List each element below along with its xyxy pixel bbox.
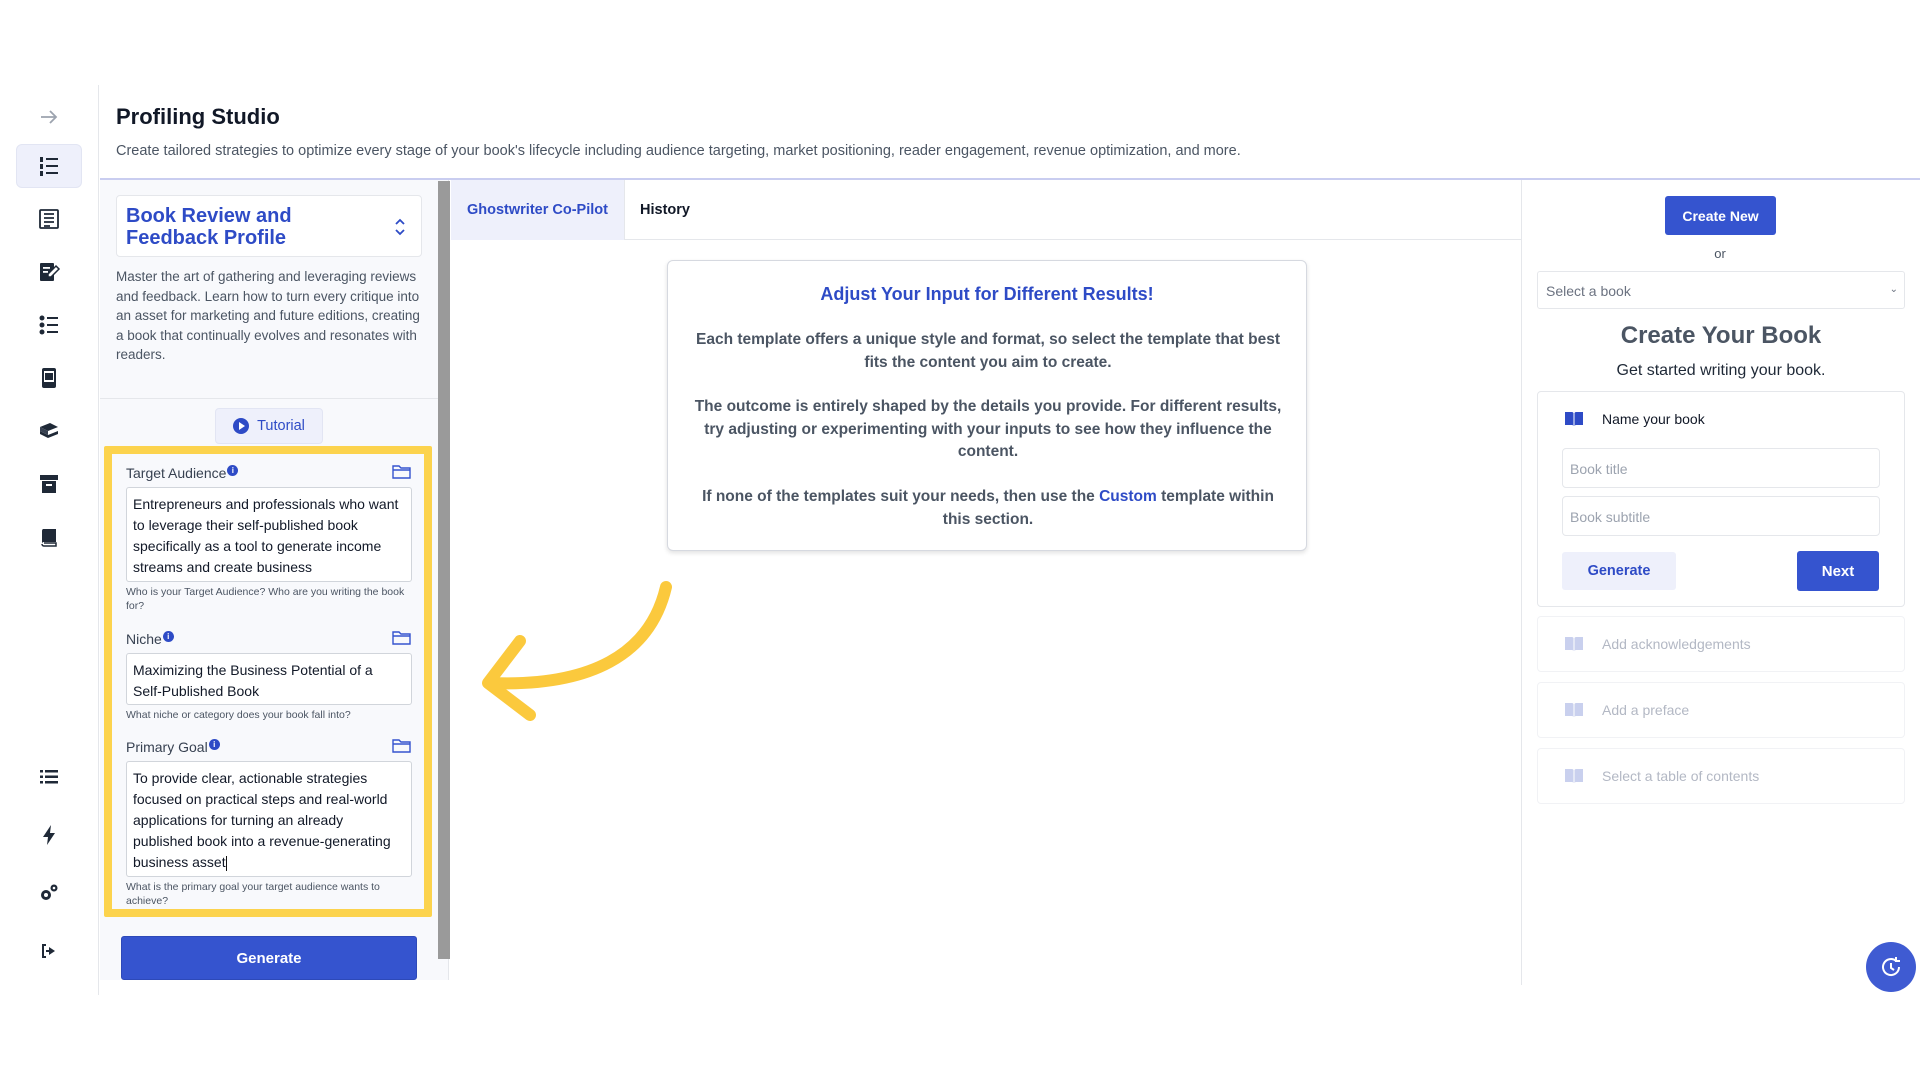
tab-history[interactable]: History — [625, 180, 705, 240]
step-table-of-contents-label: Select a table of contents — [1602, 768, 1760, 784]
icon-rail — [0, 85, 99, 995]
info-card-heading: Adjust Your Input for Different Results! — [820, 284, 1154, 304]
play-icon — [233, 418, 250, 434]
create-new-button[interactable]: Create New — [1665, 196, 1776, 235]
generate-button[interactable]: Generate — [121, 936, 417, 980]
chevron-down-icon: ⌄ — [1889, 284, 1898, 295]
folder-icon[interactable] — [392, 464, 411, 479]
primary-goal-label: Primary Goal i — [126, 739, 220, 755]
target-audience-label: Target Audience i — [126, 465, 239, 481]
panel-scrollbar[interactable] — [438, 181, 450, 959]
next-button[interactable]: Next — [1797, 551, 1879, 591]
folder-icon[interactable] — [392, 630, 411, 645]
rail-item-documents[interactable] — [16, 197, 82, 241]
create-book-title: Create Your Book — [1620, 322, 1822, 349]
info-card: Adjust Your Input for Different Results!… — [667, 260, 1307, 551]
middle-divider — [1521, 180, 1522, 985]
info-card-paragraph-2: The outcome is entirely shaped by the de… — [694, 398, 1282, 460]
book-subtitle-input[interactable]: Book subtitle — [1562, 496, 1880, 536]
info-icon[interactable]: i — [227, 465, 239, 476]
note-pen-icon — [40, 263, 61, 281]
tutorial-button[interactable]: Tutorial — [215, 408, 323, 444]
book-title-input[interactable]: Book title — [1562, 448, 1880, 488]
info-card-paragraph-3: If none of the templates suit your needs… — [702, 488, 1274, 528]
document-list-icon — [39, 209, 59, 229]
rail-item-quick[interactable] — [16, 813, 82, 857]
open-book-icon — [1565, 703, 1583, 717]
lightning-icon — [43, 825, 55, 845]
book-select-value: Select a book — [1546, 283, 1631, 299]
rail-item-book[interactable] — [16, 515, 82, 559]
arrow-right-icon — [41, 110, 58, 124]
info-card-paragraph-1: Each template offers a unique style and … — [696, 331, 1280, 371]
archive-icon — [40, 475, 58, 493]
profile-title: Book Review and Feedback Profile — [126, 205, 292, 249]
rail-item-list[interactable] — [16, 755, 82, 799]
rail-item-mobile[interactable] — [16, 356, 82, 400]
info-icon[interactable]: i — [162, 631, 174, 642]
rail-item-profiling[interactable] — [16, 144, 82, 188]
primary-goal-hint: What is the primary goal your target aud… — [126, 881, 380, 907]
create-book-subtitle: Get started writing your book. — [1616, 362, 1826, 379]
tab-ghostwriter-co-pilot[interactable]: Ghostwriter Co-Pilot — [451, 180, 625, 240]
rail-item-checklist[interactable] — [16, 303, 82, 347]
rail-item-settings[interactable] — [16, 871, 82, 915]
rail-item-editor[interactable] — [16, 250, 82, 294]
books-stack-icon — [40, 423, 58, 438]
mobile-book-icon — [42, 368, 56, 388]
custom-template-link[interactable]: Custom — [1099, 488, 1157, 505]
profile-description: Master the art of gathering and leveragi… — [116, 269, 420, 362]
refresh-chat-icon — [1882, 957, 1901, 976]
panel-divider — [100, 398, 438, 399]
open-book-icon — [1565, 769, 1583, 783]
rail-item-books[interactable] — [16, 409, 82, 453]
target-audience-input[interactable]: Entrepreneurs and professionals who want… — [126, 487, 412, 582]
text-caret — [225, 855, 227, 871]
gears-icon — [41, 884, 58, 900]
niche-label: Niche i — [126, 631, 174, 647]
step-acknowledgements-label: Add acknowledgements — [1602, 636, 1751, 652]
page-title: Profiling Studio — [116, 104, 280, 129]
tab-bar: Ghostwriter Co-Pilot History — [451, 180, 1521, 240]
logout-icon — [42, 944, 55, 958]
info-icon[interactable]: i — [208, 739, 220, 750]
open-book-icon — [1565, 412, 1583, 426]
or-separator: or — [1714, 246, 1726, 261]
folder-icon[interactable] — [392, 738, 411, 753]
open-book-icon — [1565, 637, 1583, 651]
curved-arrow-icon — [482, 581, 672, 721]
niche-input[interactable]: Maximizing the Business Potential of a S… — [126, 653, 412, 705]
niche-hint: What niche or category does your book fa… — [126, 709, 351, 721]
list-icon — [40, 770, 58, 784]
chevron-up-down-icon — [395, 218, 405, 236]
book-select[interactable]: Select a book ⌄ — [1537, 271, 1905, 309]
book-icon — [41, 529, 57, 547]
target-audience-hint: Who is your Target Audience? Who are you… — [126, 586, 405, 612]
name-your-book-label: Name your book — [1602, 411, 1705, 427]
numbered-list-icon — [40, 157, 58, 176]
step-preface[interactable] — [1537, 682, 1905, 738]
step-preface-label: Add a preface — [1602, 702, 1690, 718]
profile-selector[interactable]: Book Review and Feedback Profile — [116, 195, 422, 257]
tutorial-label: Tutorial — [257, 418, 305, 434]
checklist-icon — [39, 315, 58, 335]
assistant-fab-button[interactable] — [1866, 942, 1916, 992]
expand-rail-button[interactable] — [16, 95, 82, 139]
primary-goal-input[interactable]: To provide clear, actionable strategies … — [126, 761, 412, 877]
generate-book-button[interactable]: Generate — [1562, 552, 1676, 590]
page-subtitle: Create tailored strategies to optimize e… — [116, 143, 1241, 159]
rail-item-archive[interactable] — [16, 462, 82, 506]
rail-item-logout[interactable] — [16, 929, 82, 973]
